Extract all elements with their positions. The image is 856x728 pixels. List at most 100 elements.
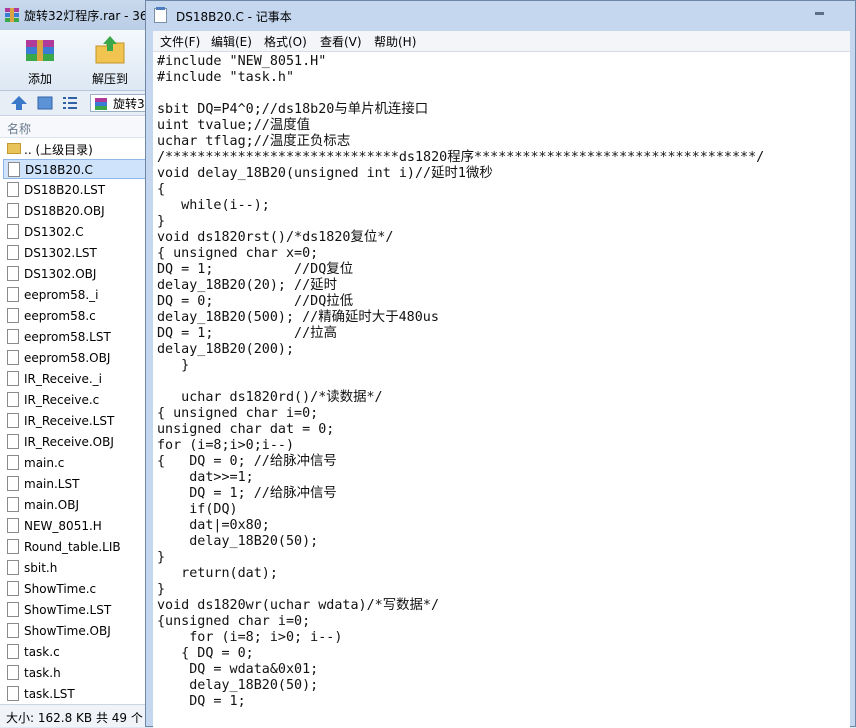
file-icon [7, 539, 19, 554]
file-name: ShowTime.LST [24, 603, 112, 617]
menu-help[interactable]: 帮助(H) [374, 33, 416, 50]
menu-view[interactable]: 查看(V) [320, 33, 362, 50]
file-icon [7, 560, 19, 575]
file-name: sbit.h [24, 561, 58, 575]
archive-title: 旋转32灯程序.rar - 36 [24, 9, 148, 23]
file-name: task.h [24, 666, 61, 680]
file-name: DS18B20.OBJ [24, 204, 105, 218]
code-text: #include "NEW_8051.H" #include "task.h" … [157, 54, 765, 709]
menu-format[interactable]: 格式(O) [264, 33, 307, 50]
file-icon [7, 518, 19, 533]
file-icon [7, 266, 19, 281]
large-icons-view-icon[interactable] [37, 95, 53, 111]
archive-title-bar[interactable]: 旋转32灯程序.rar - 36 [0, 0, 150, 30]
name-column-header[interactable]: 名称 [0, 117, 150, 138]
file-icon [7, 455, 19, 470]
file-name: main.OBJ [24, 498, 80, 512]
file-name: IR_Receive._i [24, 372, 103, 386]
file-icon [7, 665, 19, 680]
file-row[interactable]: ShowTime.OBJ [3, 621, 148, 641]
minimize-button[interactable] [806, 1, 832, 21]
add-archive-icon [26, 40, 54, 61]
file-row[interactable]: ShowTime.LST [3, 600, 148, 620]
folder-icon [7, 143, 21, 154]
file-name: Round_table.LIB [24, 540, 121, 554]
file-row[interactable]: sbit.h [3, 558, 148, 578]
file-row[interactable]: .. (上级目录) [3, 138, 148, 158]
file-icon [7, 371, 19, 386]
file-icon [8, 162, 20, 177]
notepad-title: DS18B20.C - 记事本 [176, 10, 292, 24]
menu-file[interactable]: 文件(F) [160, 33, 200, 50]
file-icon [7, 623, 19, 638]
menu-edit[interactable]: 编辑(E) [211, 33, 252, 50]
file-row[interactable]: DS1302.OBJ [3, 264, 148, 284]
file-icon [7, 581, 19, 596]
extract-label: 解压到 [91, 72, 128, 86]
file-name: eeprom58.OBJ [24, 351, 111, 365]
file-row[interactable]: task.LST [3, 684, 148, 704]
file-row[interactable]: DS18B20.C [3, 159, 148, 179]
rar-archive-icon [5, 8, 19, 22]
file-row[interactable]: eeprom58.c [3, 306, 148, 326]
menu-bar: 文件(F) 编辑(E) 格式(O) 查看(V) 帮助(H) [153, 31, 850, 52]
file-name: main.c [24, 456, 65, 470]
file-name: task.LST [24, 687, 75, 701]
file-name: IR_Receive.OBJ [24, 435, 114, 449]
file-row[interactable]: IR_Receive._i [3, 369, 148, 389]
file-row[interactable]: DS1302.C [3, 222, 148, 242]
file-name: task.c [24, 645, 60, 659]
file-icon [7, 245, 19, 260]
up-arrow-icon[interactable] [10, 95, 28, 111]
details-view-icon[interactable] [62, 95, 78, 111]
text-editor[interactable]: #include "NEW_8051.H" #include "task.h" … [153, 52, 850, 728]
file-name: DS1302.OBJ [24, 267, 97, 281]
file-icon [7, 224, 19, 239]
file-row[interactable]: main.LST [3, 474, 148, 494]
file-row[interactable]: task.c [3, 642, 148, 662]
add-button[interactable]: 添加 [12, 32, 68, 88]
file-name: DS1302.LST [24, 246, 97, 260]
extract-button[interactable]: 解压到 [82, 32, 138, 88]
file-row[interactable]: DS1302.LST [3, 243, 148, 263]
file-row[interactable]: IR_Receive.LST [3, 411, 148, 431]
file-icon [7, 287, 19, 302]
file-name: eeprom58._i [24, 288, 99, 302]
file-icon [7, 644, 19, 659]
file-row[interactable]: DS18B20.LST [3, 180, 148, 200]
file-icon [7, 329, 19, 344]
file-name: eeprom58.c [24, 309, 96, 323]
file-row[interactable]: NEW_8051.H [3, 516, 148, 536]
file-icon [7, 686, 19, 701]
file-icon [7, 182, 19, 197]
notepad-title-bar[interactable]: DS18B20.C - 记事本 [146, 1, 856, 31]
file-name: ShowTime.OBJ [24, 624, 111, 638]
file-row[interactable]: ShowTime.c [3, 579, 148, 599]
file-row[interactable]: eeprom58._i [3, 285, 148, 305]
file-name: ShowTime.c [24, 582, 97, 596]
file-icon [7, 602, 19, 617]
file-row[interactable]: eeprom58.OBJ [3, 348, 148, 368]
file-row[interactable]: DS18B20.OBJ [3, 201, 148, 221]
archive-window: 旋转32灯程序.rar - 36 添加 解压到 旋转3 名称 .. (上级目录)… [0, 0, 150, 727]
file-row[interactable]: main.OBJ [3, 495, 148, 515]
file-row[interactable]: IR_Receive.OBJ [3, 432, 148, 452]
file-row[interactable]: IR_Receive.c [3, 390, 148, 410]
extract-folder-icon [95, 36, 125, 64]
archive-small-icon [95, 98, 107, 110]
archive-status-bar: 大小: 162.8 KB 共 49 个 [0, 704, 150, 727]
file-row[interactable]: task.h [3, 663, 148, 683]
file-row[interactable]: Round_table.LIB [3, 537, 148, 557]
file-icon [7, 476, 19, 491]
notepad-window: DS18B20.C - 记事本 文件(F) 编辑(E) 格式(O) 查看(V) … [145, 0, 856, 728]
file-name: NEW_8051.H [24, 519, 102, 533]
file-icon [7, 434, 19, 449]
file-name: DS18B20.C [25, 163, 93, 177]
file-icon [7, 308, 19, 323]
file-row[interactable]: eeprom58.LST [3, 327, 148, 347]
file-name: eeprom58.LST [24, 330, 111, 344]
file-row[interactable]: main.c [3, 453, 148, 473]
file-icon [7, 203, 19, 218]
file-name: main.LST [24, 477, 80, 491]
file-name: IR_Receive.c [24, 393, 100, 407]
